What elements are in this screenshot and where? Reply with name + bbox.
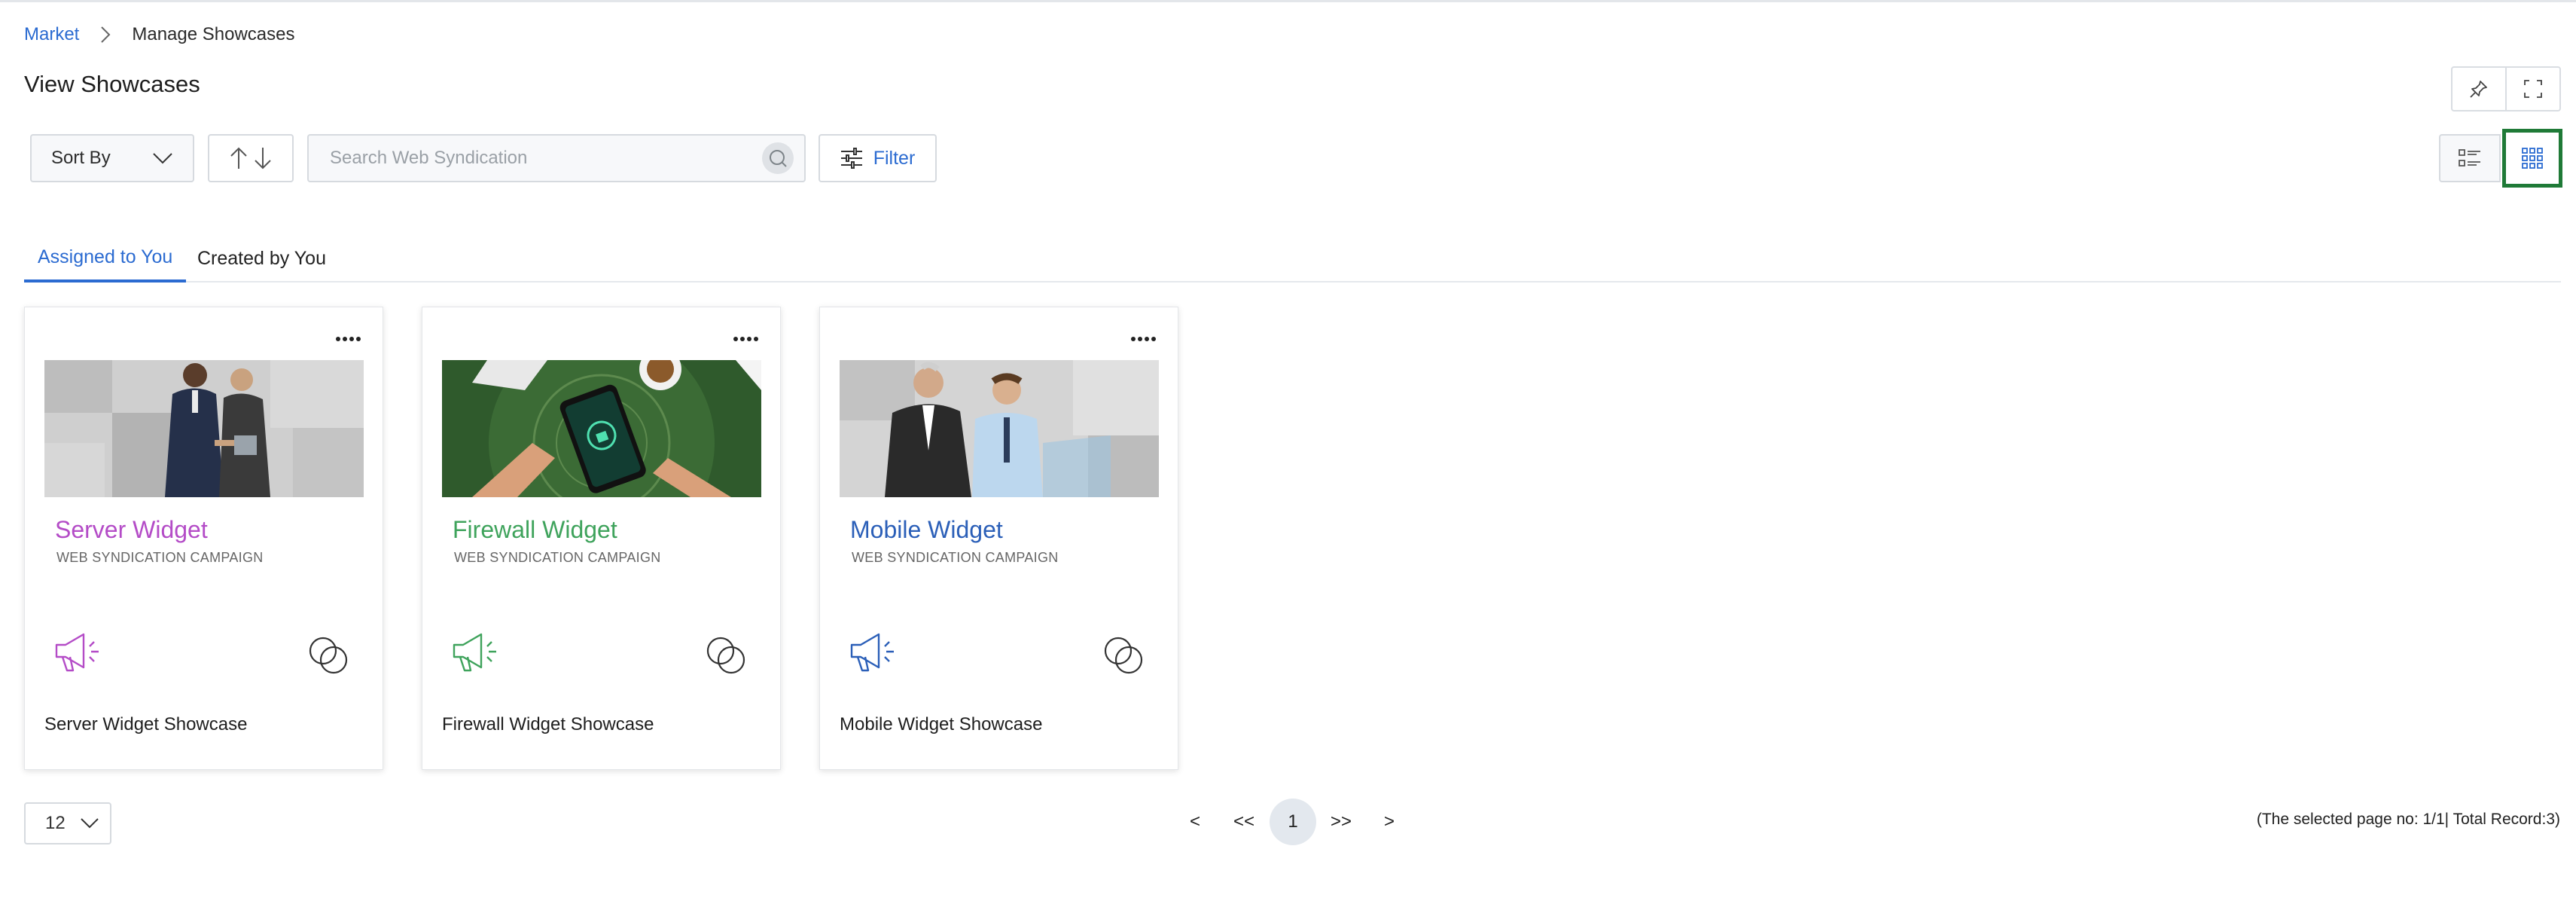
page-size-select[interactable]: 12: [24, 802, 111, 844]
current-page-button[interactable]: 1: [1270, 799, 1316, 845]
tab-assigned-to-you[interactable]: Assigned to You: [24, 234, 187, 282]
card-more-menu[interactable]: [1128, 330, 1158, 348]
pagination-info: (The selected page no: 1/1| Total Record…: [2256, 811, 2560, 828]
window-actions: [2451, 66, 2561, 111]
link-icon[interactable]: [1102, 634, 1145, 680]
page-title: View Showcases: [24, 71, 200, 97]
page-size-value: 12: [45, 813, 66, 833]
showcase-card[interactable]: Mobile Widget WEB SYNDICATION CAMPAIGN M…: [819, 307, 1178, 770]
chevron-down-icon: [153, 153, 172, 164]
pin-icon: [2470, 81, 2487, 98]
card-subtitle: WEB SYNDICATION CAMPAIGN: [56, 550, 264, 565]
search-input[interactable]: [328, 147, 753, 170]
search-button[interactable]: [762, 142, 794, 174]
top-border: [0, 0, 2576, 2]
breadcrumb-current: Manage Showcases: [132, 24, 295, 44]
arrow-down-icon: [255, 148, 271, 170]
card-showcase-name: Server Widget Showcase: [44, 714, 248, 734]
arrow-up-icon: [230, 147, 247, 169]
fullscreen-icon: [2524, 80, 2542, 98]
search-icon: [770, 150, 787, 167]
card-subtitle: WEB SYNDICATION CAMPAIGN: [852, 550, 1059, 565]
link-icon[interactable]: [306, 634, 350, 680]
sort-by-select[interactable]: Sort By: [30, 134, 194, 182]
showcase-card[interactable]: Firewall Widget WEB SYNDICATION CAMPAIGN…: [422, 307, 781, 770]
card-showcase-name: Mobile Widget Showcase: [840, 714, 1043, 734]
card-image-handshake: [44, 360, 364, 497]
card-image-phone-security: [442, 360, 761, 497]
card-showcase-name: Firewall Widget Showcase: [442, 714, 654, 734]
grid-view-button[interactable]: [2502, 129, 2562, 188]
grid-view-icon: [2522, 148, 2543, 169]
showcase-card[interactable]: Server Widget WEB SYNDICATION CAMPAIGN S…: [24, 307, 383, 770]
card-title[interactable]: Firewall Widget: [453, 516, 617, 544]
first-page-button[interactable]: <<: [1227, 798, 1261, 846]
breadcrumb-market-link[interactable]: Market: [24, 24, 79, 45]
card-image-businessmen-laptop: [840, 360, 1159, 497]
next-page-button[interactable]: >: [1378, 798, 1401, 846]
filter-label: Filter: [873, 147, 916, 169]
sort-by-label: Sort By: [51, 148, 111, 168]
chevron-down-icon: [81, 818, 99, 829]
fullscreen-button[interactable]: [2505, 68, 2559, 110]
list-view-icon: [2459, 149, 2480, 166]
sort-direction-toggle[interactable]: [208, 134, 294, 182]
filter-button[interactable]: Filter: [819, 134, 937, 182]
link-icon[interactable]: [704, 634, 748, 680]
sliders-icon: [840, 148, 862, 169]
megaphone-icon: [451, 631, 501, 677]
card-more-menu[interactable]: [730, 330, 761, 348]
card-title[interactable]: Server Widget: [55, 516, 208, 544]
last-page-button[interactable]: >>: [1324, 798, 1358, 846]
card-title[interactable]: Mobile Widget: [850, 516, 1003, 544]
megaphone-icon: [849, 631, 898, 677]
list-view-button[interactable]: [2439, 134, 2501, 182]
search-box: [307, 134, 806, 182]
tabs-divider: [24, 281, 2561, 282]
pin-button[interactable]: [2453, 68, 2505, 110]
megaphone-icon: [53, 631, 103, 677]
breadcrumb: Market Manage Showcases: [24, 21, 295, 48]
card-more-menu[interactable]: [333, 330, 363, 348]
tab-created-by-you[interactable]: Created by You: [197, 235, 326, 282]
card-subtitle: WEB SYNDICATION CAMPAIGN: [454, 550, 661, 565]
prev-page-button[interactable]: <: [1184, 798, 1206, 846]
chevron-right-icon: [96, 25, 115, 44]
